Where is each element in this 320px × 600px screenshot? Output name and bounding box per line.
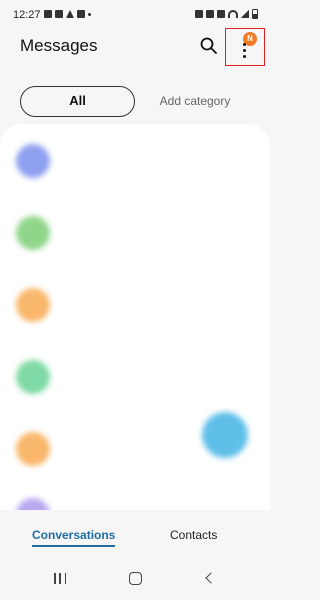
vibrate-icon [195, 10, 203, 18]
alarm-icon [206, 10, 214, 18]
back-button[interactable] [205, 572, 217, 584]
add-category-button[interactable]: Add category [150, 86, 240, 117]
avatar [16, 360, 50, 394]
status-left-icons [44, 10, 91, 18]
compose-fab[interactable] [202, 412, 248, 458]
warning-icon [66, 10, 74, 18]
search-icon [200, 37, 217, 54]
sim-icon [44, 10, 52, 18]
tab-contacts[interactable]: Contacts [170, 528, 217, 542]
avatar [16, 498, 50, 510]
status-right-icons [195, 9, 258, 19]
list-item[interactable] [0, 478, 270, 510]
more-vert-icon [243, 43, 247, 61]
list-item[interactable] [0, 196, 270, 268]
battery-icon [252, 9, 258, 19]
system-navigation-bar [0, 560, 270, 600]
more-options-button[interactable]: N [225, 28, 265, 66]
dot-icon [88, 13, 91, 16]
avatar [16, 216, 50, 250]
recents-button[interactable] [54, 573, 66, 584]
tab-conversations[interactable]: Conversations [32, 528, 116, 547]
home-button[interactable] [129, 572, 142, 585]
recents-icon [54, 573, 56, 584]
status-time: 12:27 [13, 9, 41, 21]
list-item[interactable] [0, 268, 270, 340]
avatar [16, 288, 50, 322]
avatar [16, 144, 50, 178]
page-title: Messages [20, 36, 98, 55]
list-item[interactable] [0, 340, 270, 412]
mute-icon [217, 10, 225, 18]
wifi-icon [228, 10, 238, 18]
search-button[interactable] [199, 36, 219, 56]
image-icon [77, 10, 85, 18]
list-item[interactable] [0, 124, 270, 196]
signal-icon [241, 10, 249, 18]
photo-icon [55, 10, 63, 18]
filter-all-tab[interactable]: All [20, 86, 135, 117]
avatar [16, 432, 50, 466]
